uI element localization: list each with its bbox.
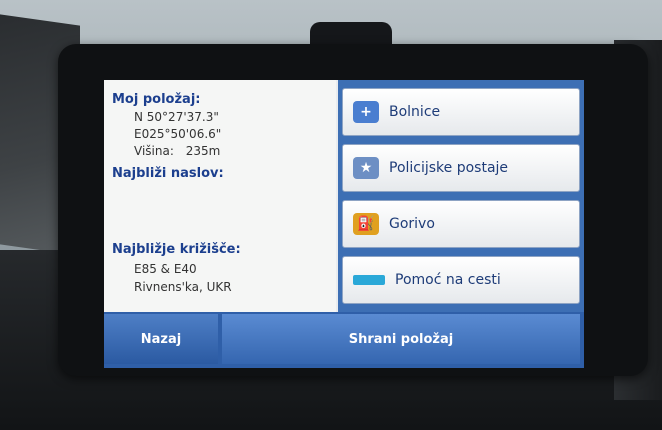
altitude-value: 235m [185, 144, 221, 158]
longitude-value: E025°50'06.6" [134, 127, 222, 141]
hospitals-label: Bolnice [389, 104, 441, 120]
latitude-value: N 50°27'37.3" [134, 110, 219, 124]
nearest-intersection-heading: Najbližje križišče: [112, 242, 241, 257]
fuel-label: Gorivo [389, 216, 435, 232]
roadside-assistance-button[interactable]: Pomoć na cesti [342, 256, 580, 304]
police-badge-icon: ★ [353, 157, 379, 179]
bottom-bar: Nazaj Shrani položaj [104, 312, 584, 368]
gps-screen: Moj položaj: N 50°27'37.3" E025°50'06.6"… [104, 80, 584, 368]
intersection-roads: E85 & E40 [134, 262, 197, 276]
roadside-assistance-icon [353, 275, 385, 285]
roadside-assistance-label: Pomoć na cesti [395, 272, 501, 288]
altitude-label: Višina: [134, 144, 174, 158]
hospitals-button[interactable]: + Bolnice [342, 88, 580, 136]
police-stations-button[interactable]: ★ Policijske postaje [342, 144, 580, 192]
fuel-icon: ⛽ [353, 213, 379, 235]
my-location-heading: Moj položaj: [112, 92, 201, 107]
hospital-icon: + [353, 101, 379, 123]
intersection-place: Rivnens'ka, UKR [134, 280, 232, 294]
location-info-panel: Moj položaj: N 50°27'37.3" E025°50'06.6"… [104, 80, 336, 312]
poi-button-column: + Bolnice ★ Policijske postaje ⛽ Gorivo … [338, 80, 584, 312]
altitude-row: Višina: 235m [134, 144, 220, 158]
police-stations-label: Policijske postaje [389, 160, 509, 176]
nearest-address-heading: Najbliži naslov: [112, 166, 224, 181]
save-location-button[interactable]: Shrani položaj [222, 314, 580, 364]
fuel-button[interactable]: ⛽ Gorivo [342, 200, 580, 248]
back-button[interactable]: Nazaj [104, 314, 218, 364]
